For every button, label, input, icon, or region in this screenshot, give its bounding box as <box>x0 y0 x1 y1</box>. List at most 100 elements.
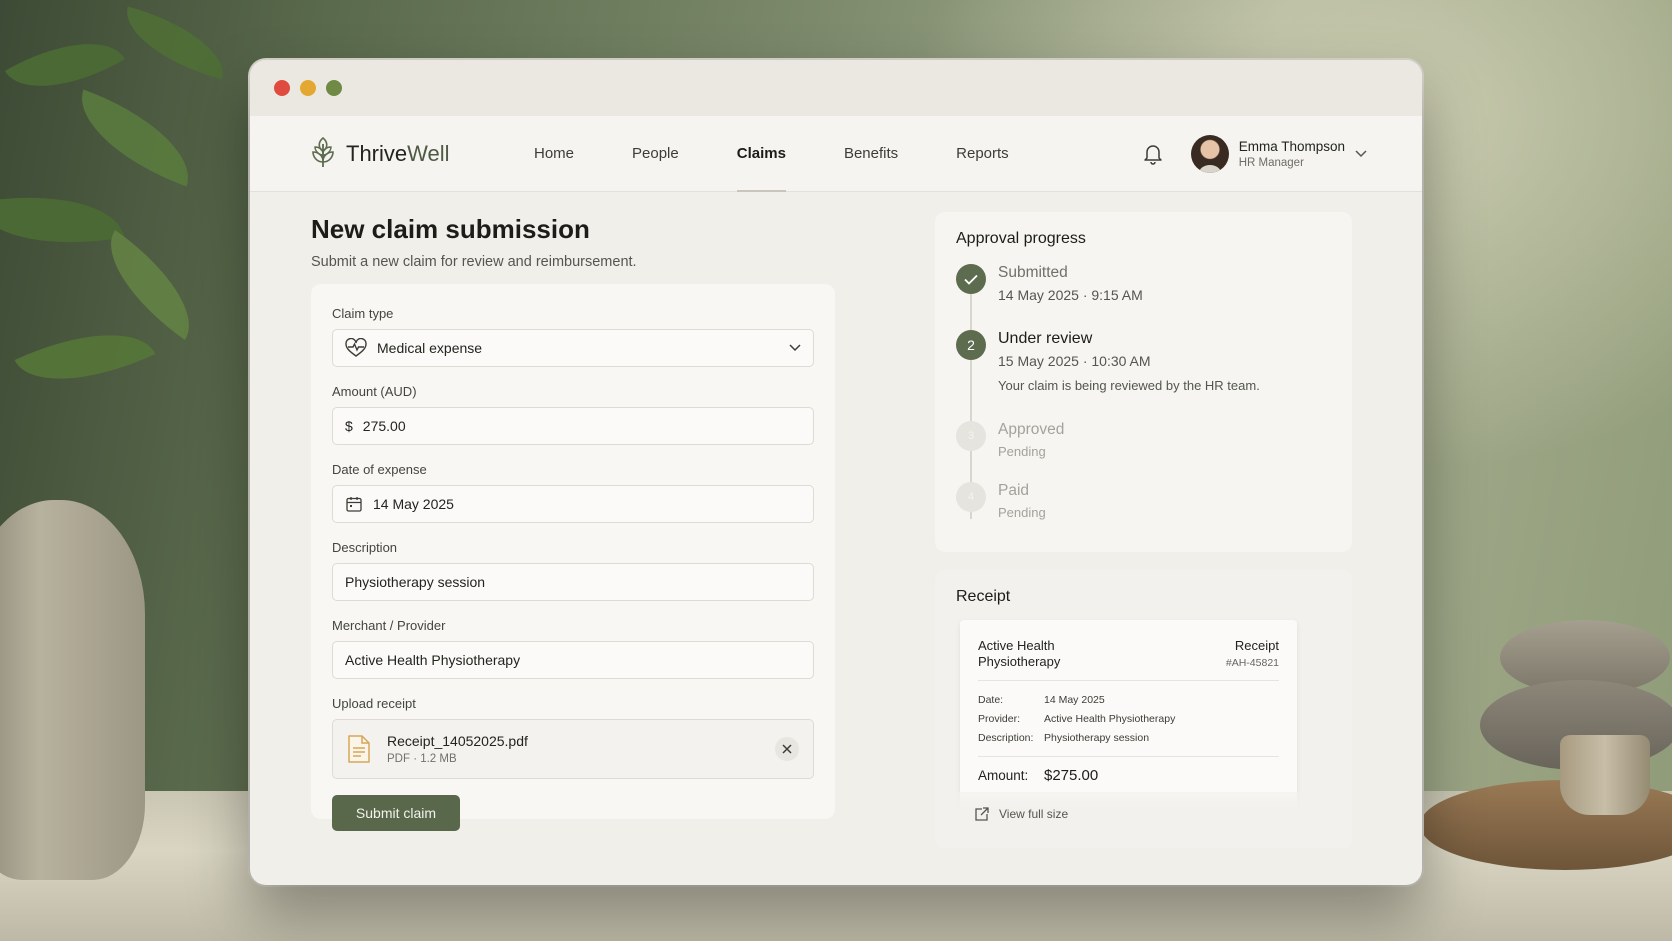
title-bar <box>250 60 1422 116</box>
nav-item-reports[interactable]: Reports <box>927 116 1038 192</box>
file-name: Receipt_14052025.pdf <box>387 733 528 749</box>
window-minimize-button[interactable] <box>300 80 316 96</box>
user-name: Emma Thompson <box>1238 138 1345 154</box>
merchant-group: Merchant / Provider Active Health Physio… <box>332 618 814 679</box>
claim-type-label: Claim type <box>332 306 394 321</box>
step-info: Paid Pending <box>998 482 1046 532</box>
submit-claim-button[interactable]: Submit claim <box>332 795 460 831</box>
vase <box>0 500 145 880</box>
window-maximize-button[interactable] <box>326 80 342 96</box>
top-navigation: ThriveWell Home People Claims Benefits R… <box>250 116 1422 192</box>
receipt-row: Description: Physiotherapy session <box>978 729 1279 748</box>
date-value: 14 May 2025 <box>373 496 454 512</box>
approval-title: Approval progress <box>956 230 1086 247</box>
avatar[interactable] <box>1190 134 1229 173</box>
window-close-button[interactable] <box>274 80 290 96</box>
merchant-input[interactable]: Active Health Physiotherapy <box>332 641 814 679</box>
view-full-size-button[interactable]: View full size <box>956 792 1314 836</box>
step-info: Submitted 14 May 2025 · 9:15 AM <box>998 264 1143 330</box>
file-meta: PDF · 1.2 MB <box>387 753 457 765</box>
claim-type-group: Claim type Medical expense <box>332 306 814 367</box>
cup <box>1560 735 1650 815</box>
receipt-details: Date: 14 May 2025 Provider: Active Healt… <box>978 681 1279 757</box>
close-icon <box>782 744 792 754</box>
user-role: HR Manager <box>1238 156 1304 169</box>
step-number: 3 <box>956 421 986 451</box>
user-info[interactable]: Emma Thompson HR Manager <box>1239 139 1345 169</box>
step-under-review: 2 Under review 15 May 2025 · 10:30 AM Yo… <box>956 330 1331 421</box>
page-title: New claim submission <box>311 214 590 244</box>
step-info: Under review 15 May 2025 · 10:30 AM Your… <box>998 330 1260 421</box>
receipt-header: Active Health Physiotherapy Receipt #AH-… <box>978 638 1279 681</box>
receipt-row-value: Active Health Physiotherapy <box>1044 713 1176 725</box>
nav-item-home[interactable]: Home <box>505 116 603 192</box>
date-label: Date of expense <box>332 462 427 477</box>
step-paid: 4 Paid Pending <box>956 482 1331 532</box>
nav-item-claims[interactable]: Claims <box>708 116 815 192</box>
chevron-down-icon[interactable] <box>1355 149 1367 158</box>
main-content: New claim submission Submit a new claim … <box>250 192 1422 885</box>
description-label: Description <box>332 540 398 555</box>
step-time: Pending <box>998 505 1046 520</box>
external-link-icon <box>975 806 989 821</box>
approval-steps: Submitted 14 May 2025 · 9:15 AM 2 Under … <box>956 264 1331 532</box>
step-number: 4 <box>956 482 986 512</box>
receipt-row-key: Date: <box>978 694 1004 706</box>
brand-name: ThriveWell <box>346 140 450 166</box>
brand[interactable]: ThriveWell <box>310 134 505 173</box>
leaf-logo-icon <box>310 134 336 173</box>
date-input[interactable]: 14 May 2025 <box>332 485 814 523</box>
currency-symbol: $ <box>345 418 353 434</box>
claim-form: Claim type Medical expense Amount (AUD) … <box>311 284 835 831</box>
file-details: Receipt_14052025.pdf PDF · 1.2 MB <box>387 733 528 765</box>
nav-item-benefits[interactable]: Benefits <box>815 116 927 192</box>
amount-value: 275.00 <box>362 418 406 434</box>
receipt-row-value: Physiotherapy session <box>1044 732 1150 744</box>
nav-right: Emma Thompson HR Manager <box>1143 134 1367 173</box>
receipt-row-key: Description: <box>978 732 1034 744</box>
receipt-panel: Receipt Active Health Physiotherapy Rece… <box>935 570 1352 848</box>
description-group: Description Physiotherapy session <box>332 540 814 601</box>
bell-icon[interactable] <box>1143 143 1163 165</box>
receipt-row: Date: 14 May 2025 <box>978 691 1279 710</box>
step-submitted: Submitted 14 May 2025 · 9:15 AM <box>956 264 1331 330</box>
step-title: Paid <box>998 482 1030 499</box>
description-input[interactable]: Physiotherapy session <box>332 563 814 601</box>
step-description: Your claim is being reviewed by the HR t… <box>998 378 1260 393</box>
receipt-row-key: Provider: <box>978 713 1021 725</box>
step-time: 15 May 2025 · 10:30 AM <box>998 353 1151 369</box>
receipt-doc-title: Receipt <box>1234 638 1279 653</box>
receipt-amount-key: Amount: <box>978 768 1029 783</box>
uploaded-file[interactable]: Receipt_14052025.pdf PDF · 1.2 MB <box>332 719 814 779</box>
receipt-provider: Active Health Physiotherapy <box>978 638 1061 669</box>
receipt-row-value: 14 May 2025 <box>1044 694 1105 706</box>
step-title: Approved <box>998 421 1065 438</box>
receipt-row: Provider: Active Health Physiotherapy <box>978 710 1279 729</box>
remove-file-button[interactable] <box>775 737 799 761</box>
app-window: ThriveWell Home People Claims Benefits R… <box>250 60 1422 885</box>
step-approved: 3 Approved Pending <box>956 421 1331 482</box>
heart-pulse-icon <box>345 338 367 358</box>
calendar-icon[interactable] <box>345 495 363 513</box>
step-time: Pending <box>998 444 1046 459</box>
merchant-label: Merchant / Provider <box>332 618 446 633</box>
upload-group: Upload receipt Receipt_14052025.pdf PDF … <box>332 696 814 779</box>
receipt-doc: Receipt #AH-45821 <box>1226 638 1279 670</box>
chevron-down-icon <box>789 344 801 352</box>
receipt-title: Receipt <box>956 588 1011 605</box>
date-group: Date of expense 14 May 2025 <box>332 462 814 523</box>
view-full-size-label: View full size <box>999 807 1069 821</box>
step-time: 14 May 2025 · 9:15 AM <box>998 287 1143 303</box>
step-title: Under review <box>998 330 1093 347</box>
amount-group: Amount (AUD) $ 275.00 <box>332 384 814 445</box>
amount-input[interactable]: $ 275.00 <box>332 407 814 445</box>
step-info: Approved Pending <box>998 421 1064 482</box>
nav-item-people[interactable]: People <box>603 116 708 192</box>
document-icon <box>347 734 371 764</box>
claim-type-value: Medical expense <box>377 340 483 356</box>
receipt-amount: Amount: $275.00 <box>978 767 1279 784</box>
main-menu: Home People Claims Benefits Reports <box>505 116 1038 192</box>
check-icon <box>956 264 986 294</box>
step-title: Submitted <box>998 264 1068 281</box>
claim-type-select[interactable]: Medical expense <box>332 329 814 367</box>
